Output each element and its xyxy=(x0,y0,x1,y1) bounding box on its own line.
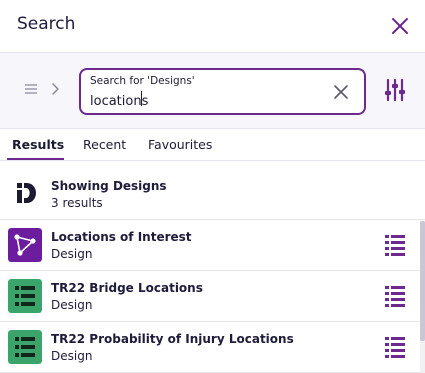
list-details-icon[interactable] xyxy=(383,285,407,307)
menu-icon[interactable] xyxy=(24,83,38,95)
search-field[interactable]: Search for 'Designs' xyxy=(79,68,366,115)
scrollbar-thumb[interactable] xyxy=(420,221,425,341)
table-list-icon xyxy=(8,330,42,364)
dialog-header: Search xyxy=(0,0,425,53)
result-type: Design xyxy=(51,298,93,312)
filter-sliders-icon[interactable] xyxy=(383,78,407,102)
result-item[interactable]: TR22 Probability of Injury Locations Des… xyxy=(0,322,420,373)
result-type: Design xyxy=(51,349,93,363)
text-caret xyxy=(141,91,142,106)
tab-favourites[interactable]: Favourites xyxy=(148,137,212,152)
result-title: Locations of Interest xyxy=(51,230,192,244)
summary-title: Showing Designs xyxy=(51,179,167,193)
search-bar: Search for 'Designs' xyxy=(0,53,425,129)
result-item[interactable]: TR22 Bridge Locations Design xyxy=(0,271,420,322)
table-list-icon xyxy=(8,279,42,313)
tab-bar: Results Recent Favourites xyxy=(0,129,425,161)
active-tab-indicator xyxy=(7,158,64,160)
tab-recent[interactable]: Recent xyxy=(83,137,126,152)
list-details-icon[interactable] xyxy=(383,336,407,358)
result-title: TR22 Bridge Locations xyxy=(51,281,203,295)
clear-icon[interactable] xyxy=(332,83,350,101)
list-details-icon[interactable] xyxy=(383,234,407,256)
graph-nodes-icon xyxy=(8,228,42,262)
dialog-title: Search xyxy=(17,14,76,34)
summary-count: 3 results xyxy=(51,196,103,210)
results-summary: Showing Designs 3 results xyxy=(0,161,425,220)
result-title: TR22 Probability of Injury Locations xyxy=(51,332,294,346)
tab-results[interactable]: Results xyxy=(12,137,64,152)
chevron-right-icon[interactable] xyxy=(51,82,60,96)
close-icon[interactable] xyxy=(389,15,411,37)
result-type: Design xyxy=(51,247,93,261)
search-input[interactable] xyxy=(90,92,320,110)
designs-logo-icon xyxy=(17,183,36,203)
result-item[interactable]: Locations of Interest Design xyxy=(0,220,420,271)
search-field-label: Search for 'Designs' xyxy=(90,75,195,87)
